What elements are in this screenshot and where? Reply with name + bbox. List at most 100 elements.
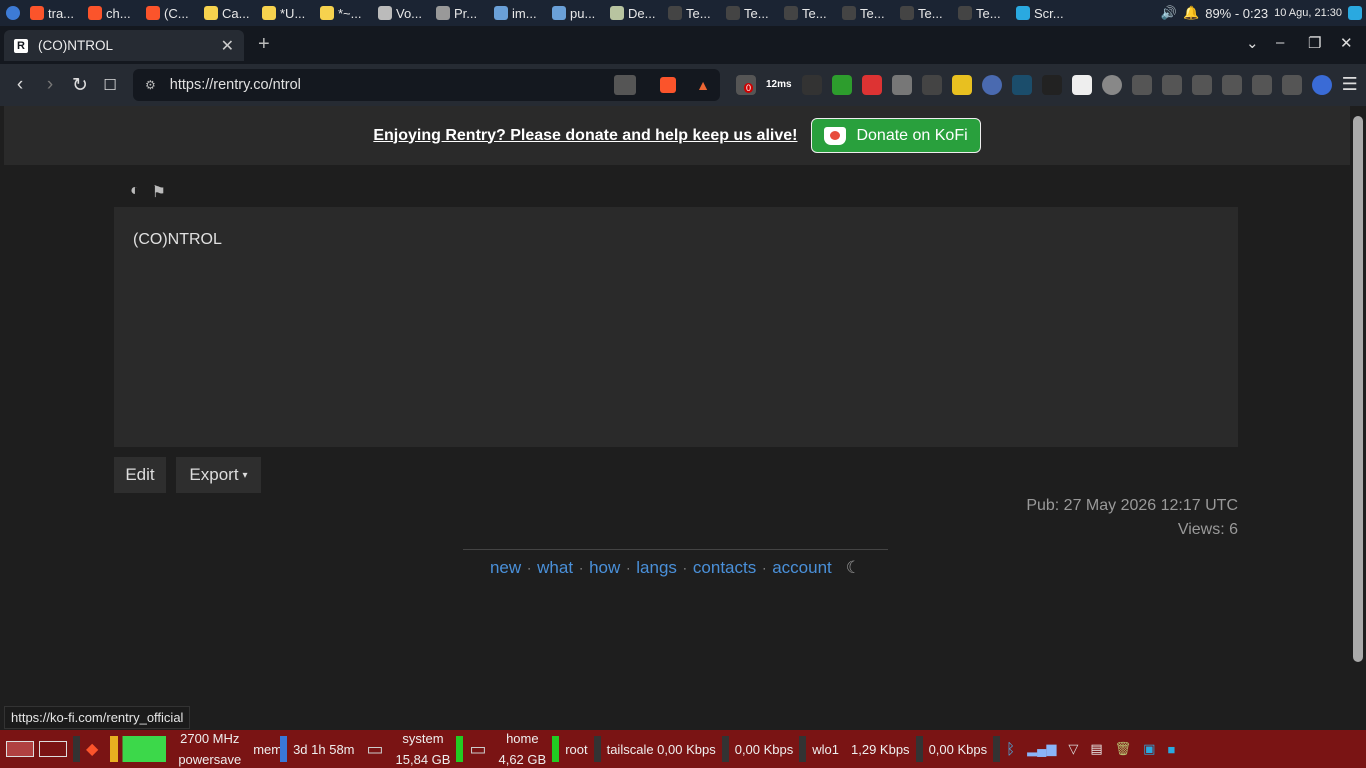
- green-extension-icon[interactable]: [831, 74, 852, 95]
- brave-launcher-icon[interactable]: ◆: [80, 739, 104, 759]
- downloads-icon[interactable]: [1161, 74, 1182, 95]
- taskbar-app-icon: [436, 6, 450, 20]
- music-icon[interactable]: [1191, 74, 1212, 95]
- leo-ai-icon[interactable]: [1281, 74, 1302, 95]
- dark-mode-moon-icon[interactable]: ☾: [846, 558, 861, 578]
- ping-badge[interactable]: 12ms: [766, 79, 792, 90]
- scroll-thumb[interactable]: [1353, 116, 1363, 662]
- tab-list-icon[interactable]: ⌄: [1246, 34, 1259, 52]
- footer-link-what[interactable]: what: [537, 558, 573, 578]
- donate-banner-link[interactable]: Enjoying Rentry? Please donate and help …: [373, 127, 797, 145]
- translate-icon[interactable]: [614, 75, 636, 95]
- forward-button[interactable]: ›: [35, 74, 65, 96]
- site-info-icon[interactable]: ⚙: [145, 78, 156, 92]
- taskbar-item[interactable]: Te...: [896, 0, 954, 26]
- panel-end-icon[interactable]: ■: [1161, 742, 1181, 757]
- network-icon[interactable]: ▂▄▆: [1021, 741, 1062, 757]
- separator: [73, 736, 80, 762]
- theme-toggle-icon[interactable]: ◐: [130, 182, 140, 202]
- white-extension-icon[interactable]: [1071, 74, 1092, 95]
- show-desktop-icon[interactable]: [1348, 6, 1362, 20]
- screen-icon[interactable]: ▣: [1137, 741, 1161, 757]
- new-tab-button[interactable]: +: [258, 33, 270, 56]
- sidebar-icon[interactable]: [1221, 74, 1242, 95]
- footer-link-how[interactable]: how: [589, 558, 620, 578]
- profile-icon[interactable]: [1311, 74, 1332, 95]
- yellow-extension-icon[interactable]: [951, 74, 972, 95]
- taskbar-item[interactable]: Te...: [838, 0, 896, 26]
- minimize-button[interactable]: –: [1276, 34, 1284, 51]
- taskbar-item[interactable]: *U...: [258, 0, 316, 26]
- footer-nav: new · what · how · langs · contacts · account…: [489, 558, 862, 578]
- battery-status[interactable]: 89% - 0:23: [1205, 6, 1268, 21]
- menu-icon[interactable]: ☰: [1342, 74, 1358, 95]
- donate-kofi-button[interactable]: Donate on KoFi: [811, 118, 981, 153]
- url-text[interactable]: https://rentry.co/ntrol: [170, 77, 301, 93]
- footer-link-langs[interactable]: langs: [636, 558, 677, 578]
- taskbar-item[interactable]: ch...: [84, 0, 142, 26]
- red-extension-icon[interactable]: [861, 74, 882, 95]
- puzzle-extensions-icon[interactable]: [1131, 74, 1152, 95]
- taskbar-item[interactable]: Te...: [954, 0, 1012, 26]
- edit-button[interactable]: Edit: [114, 457, 166, 493]
- trash-icon[interactable]: 🗑: [1109, 741, 1138, 757]
- maximize-button[interactable]: ❐: [1308, 34, 1321, 52]
- taskbar-item[interactable]: Te...: [780, 0, 838, 26]
- taskbar-item[interactable]: Vo...: [374, 0, 432, 26]
- taskbar-item-label: Te...: [802, 5, 827, 21]
- taskbar-item-label: (C...: [164, 5, 189, 21]
- reload-button[interactable]: ↻: [65, 74, 95, 97]
- taskbar-item[interactable]: *~...: [316, 0, 374, 26]
- address-bar[interactable]: ⚙ https://rentry.co/ntrol ▲: [133, 69, 720, 101]
- clipboard-icon[interactable]: ▤: [1084, 741, 1108, 757]
- taskbar-item[interactable]: Te...: [722, 0, 780, 26]
- tailscale-up: 0,00 Kbps: [734, 741, 794, 757]
- wallet-icon[interactable]: [1251, 74, 1272, 95]
- taskbar-item[interactable]: tra...: [26, 0, 84, 26]
- taskbar-item-label: Vo...: [396, 5, 423, 21]
- taskbar-item[interactable]: pu...: [548, 0, 606, 26]
- page-scrollbar[interactable]: [1350, 106, 1366, 730]
- taskbar-item[interactable]: (C...: [142, 0, 200, 26]
- brave-rewards-icon[interactable]: ▲: [696, 77, 710, 93]
- taskbar-item[interactable]: Ca...: [200, 0, 258, 26]
- drive-icon: ▭: [366, 738, 384, 759]
- bluetooth-icon[interactable]: ᛒ: [1000, 741, 1021, 758]
- taskbar-item[interactable]: De...: [606, 0, 664, 26]
- volume-icon[interactable]: 🔊: [1161, 5, 1177, 21]
- circle-extension-icon[interactable]: [1101, 74, 1122, 95]
- get-crx-icon[interactable]: [921, 74, 942, 95]
- back-button[interactable]: ‹: [5, 74, 35, 96]
- export-label: Export: [189, 465, 239, 484]
- taskbar-item-label: pu...: [570, 5, 596, 21]
- pager[interactable]: [0, 741, 73, 757]
- taskbar-item[interactable]: Scr...: [1012, 0, 1070, 26]
- footer-link-new[interactable]: new: [490, 558, 521, 578]
- vpn-icon[interactable]: ▽: [1062, 741, 1084, 757]
- dark-extension-icon[interactable]: [1041, 74, 1062, 95]
- tab-close-icon[interactable]: ✕: [221, 36, 234, 56]
- notification-icon[interactable]: 🔔: [1183, 5, 1199, 21]
- tab-title: (CO)NTROL: [38, 38, 113, 53]
- report-flag-icon[interactable]: ⚑: [152, 182, 166, 202]
- footer-link-account[interactable]: account: [772, 558, 832, 578]
- mem-bar: [280, 736, 288, 762]
- taskbar-item[interactable]: Te...: [664, 0, 722, 26]
- taskbar-item[interactable]: im...: [490, 0, 548, 26]
- x-extension-icon[interactable]: [1011, 74, 1032, 95]
- close-window-button[interactable]: ✕: [1340, 34, 1353, 52]
- export-button[interactable]: Export ▾: [176, 457, 261, 493]
- brave-shields-icon[interactable]: [660, 77, 676, 93]
- drive-icon-2: ▭: [469, 738, 487, 759]
- json-extension-icon[interactable]: [801, 74, 822, 95]
- footer-link-contacts[interactable]: contacts: [693, 558, 756, 578]
- taskbar-app-icon: [784, 6, 798, 20]
- clock[interactable]: 10 Agu, 21:30: [1274, 7, 1342, 19]
- cursor-extension-icon[interactable]: [981, 74, 1002, 95]
- extension-counter-icon[interactable]: 0: [736, 74, 756, 95]
- app-launcher[interactable]: [0, 0, 26, 26]
- bookmark-icon[interactable]: ☐: [95, 76, 125, 94]
- tab-control[interactable]: R (CO)NTROL ✕: [4, 30, 244, 61]
- taskbar-item[interactable]: Pr...: [432, 0, 490, 26]
- camera-icon[interactable]: [891, 74, 912, 95]
